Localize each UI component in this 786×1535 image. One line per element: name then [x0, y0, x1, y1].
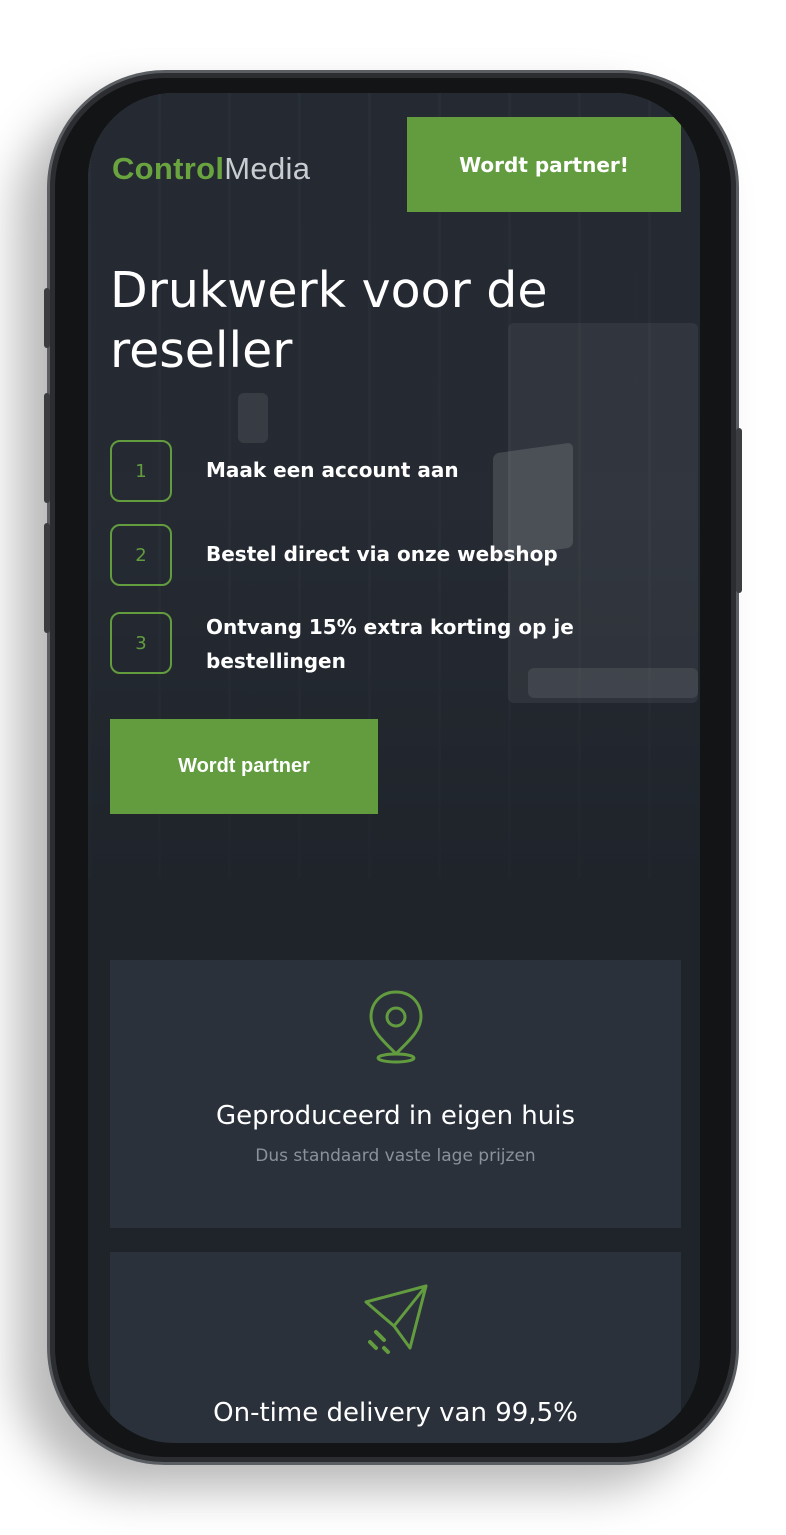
feature-card: On-time delivery van 99,5% — [110, 1252, 681, 1443]
feature-card: Geproduceerd in eigen huis Dus standaard… — [110, 960, 681, 1228]
phone-volume-up-button — [44, 393, 50, 503]
feature-title: Geproduceerd in eigen huis — [215, 1101, 576, 1131]
header-partner-button[interactable]: Wordt partner! — [407, 117, 681, 212]
step-item: 3 Ontvang 15% extra korting op je bestel… — [110, 612, 670, 674]
feature-title: On-time delivery van 99,5% — [213, 1398, 578, 1428]
phone-frame: ControlMedia Wordt partner! Drukwerk voo… — [44, 70, 742, 1465]
brand-logo[interactable]: ControlMedia — [112, 151, 310, 187]
paper-plane-icon — [110, 1280, 681, 1364]
brand-logo-media: Media — [224, 151, 311, 186]
brand-logo-control: Control — [112, 151, 225, 186]
step-number-badge: 3 — [110, 612, 172, 674]
phone-silent-switch — [44, 288, 50, 348]
hero-title: Drukwerk voor de reseller — [110, 262, 548, 379]
step-number-badge: 2 — [110, 524, 172, 586]
hero-partner-button[interactable]: Wordt partner — [110, 719, 378, 814]
step-text: Ontvang 15% extra korting op je bestelli… — [206, 615, 574, 673]
step-text: Maak een account aan — [206, 458, 459, 482]
phone-power-button — [736, 428, 742, 593]
step-text: Bestel direct via onze webshop — [206, 542, 558, 566]
feature-subtitle: Dus standaard vaste lage prijzen — [255, 1146, 536, 1166]
step-number-badge: 1 — [110, 440, 172, 502]
hero-background-machine-box — [238, 393, 268, 443]
hero-section: ControlMedia Wordt partner! Drukwerk voo… — [88, 93, 700, 878]
location-pin-icon — [110, 988, 681, 1064]
phone-screen: ControlMedia Wordt partner! Drukwerk voo… — [88, 93, 700, 1443]
step-item: 1 Maak een account aan — [110, 440, 670, 502]
phone-volume-down-button — [44, 523, 50, 633]
step-item: 2 Bestel direct via onze webshop — [110, 524, 670, 586]
